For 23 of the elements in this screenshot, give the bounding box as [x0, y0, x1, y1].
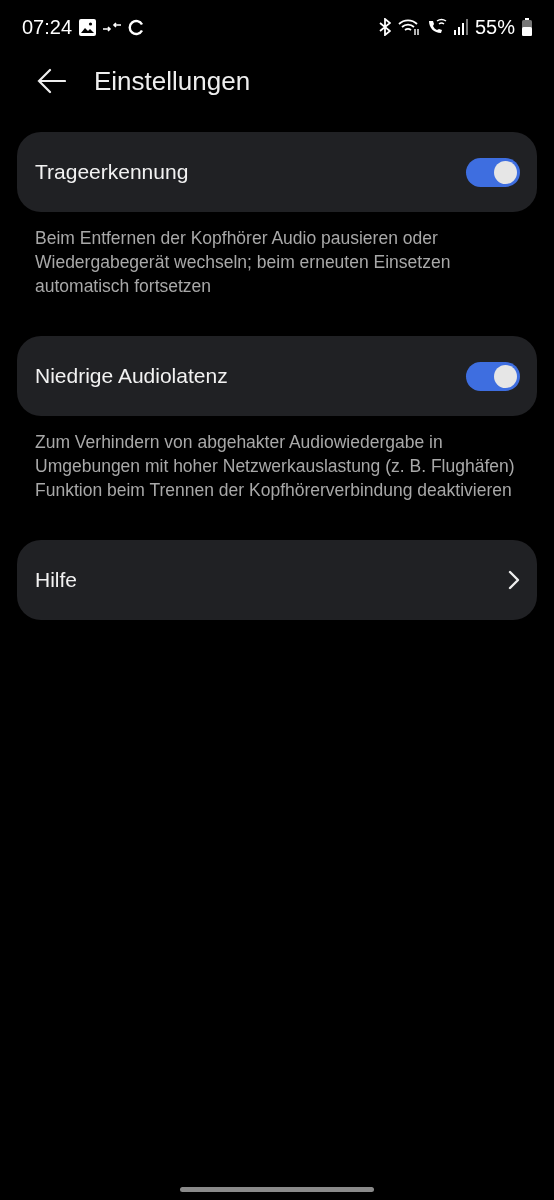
- arrows-icon: [103, 21, 122, 33]
- chevron-right-icon: [508, 570, 520, 590]
- item-description: Beim Entfernen der Kopfhörer Audio pausieren oder Wiedergabegerät wechseln; beim erneuten Einsetzen automatisch fortsetzen: [34, 227, 452, 298]
- image-icon: [79, 18, 97, 36]
- phone-wifi-icon: [426, 18, 447, 36]
- item-label: Niedrige Audiolatenz: [35, 364, 228, 388]
- toggle-switch[interactable]: [466, 157, 520, 187]
- battery-icon: [522, 18, 532, 36]
- item-label: Trageerkennung: [35, 160, 189, 184]
- settings-item[interactable]: Trageerkennung: [17, 132, 537, 212]
- bluetooth-icon: [378, 18, 391, 36]
- item-description: Zum Verhindern von abgehakter Audiowiedergabe in Umgebungen mit hoher Netzwerkauslastung (z. B. Flughäfen) Funktion beim Trennen der Kopfhörerverbindung deaktivieren: [34, 431, 516, 502]
- signal-icon: [453, 19, 468, 35]
- status-time: 07:24: [22, 15, 73, 39]
- settings-item[interactable]: Hilfe: [17, 540, 537, 620]
- sync-icon: [128, 18, 146, 36]
- settings-item[interactable]: Niedrige Audiolatenz: [17, 336, 537, 416]
- page-title: Einstellungen: [94, 65, 251, 97]
- item-label: Hilfe: [35, 568, 77, 592]
- battery-percentage: 55%: [474, 15, 515, 39]
- back-button[interactable]: [36, 68, 66, 94]
- toggle-switch[interactable]: [466, 361, 520, 391]
- wifi-icon: [397, 18, 420, 36]
